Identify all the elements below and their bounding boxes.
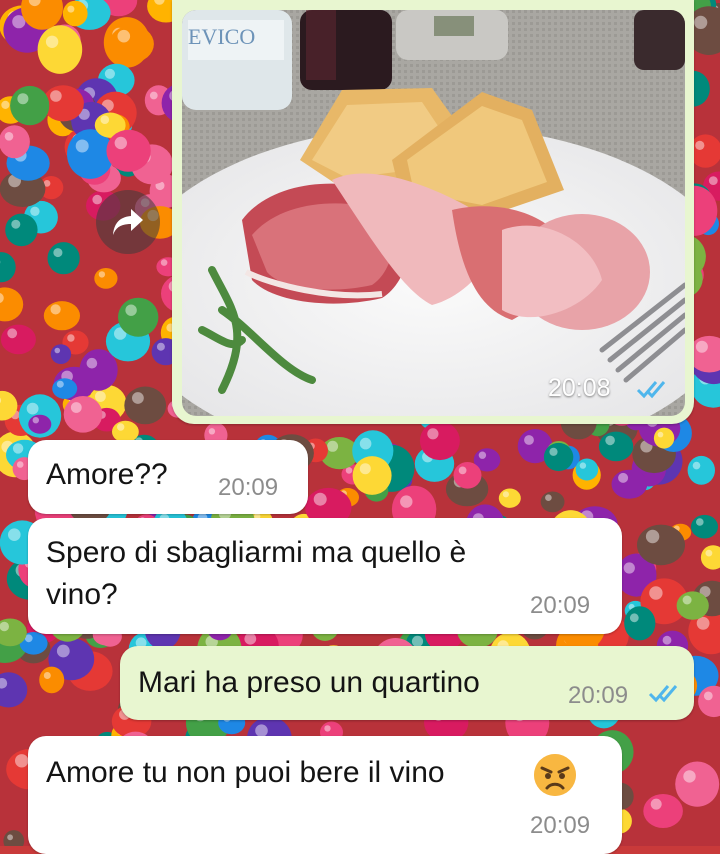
incoming-message-bubble[interactable]: Amore?? 20:09: [28, 440, 308, 514]
angry-face-icon: [532, 752, 578, 798]
image-timestamp: 20:08: [548, 374, 611, 402]
message-timestamp: 20:09: [568, 682, 628, 710]
incoming-message-bubble[interactable]: Spero di sbagliarmi ma quello è vino? 20…: [28, 518, 622, 634]
message-text: Mari ha preso un quartino: [138, 662, 480, 704]
message-text: Spero di sbagliarmi ma quello è vino?: [46, 532, 466, 616]
incoming-message-bubble[interactable]: Amore tu non puoi bere il vino 20:09: [28, 736, 622, 854]
message-text: Amore tu non puoi bere il vino: [46, 752, 445, 794]
bottle-label: EVICO: [188, 24, 255, 49]
photo-food-plate: EVICO: [182, 10, 685, 416]
double-check-icon: [648, 682, 684, 704]
forward-button[interactable]: [96, 190, 160, 254]
message-text: Amore??: [46, 454, 168, 496]
message-timestamp: 20:09: [530, 592, 590, 620]
forward-arrow-icon: [111, 207, 145, 237]
chat-photo[interactable]: EVICO: [182, 10, 685, 416]
outgoing-message-bubble[interactable]: Mari ha preso un quartino 20:09: [120, 646, 694, 720]
message-timestamp: 20:09: [530, 812, 590, 840]
message-timestamp: 20:09: [218, 474, 278, 502]
double-check-icon: [636, 378, 672, 400]
